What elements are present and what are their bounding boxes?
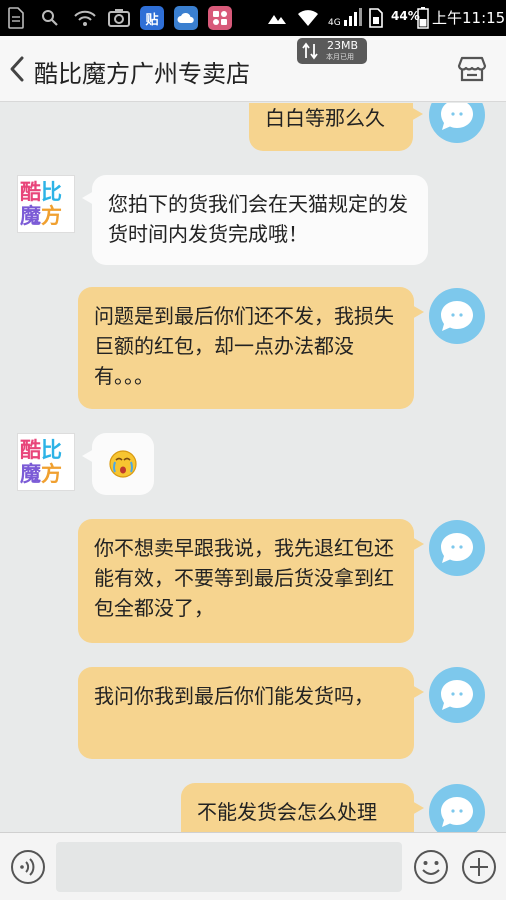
chat-message-list[interactable]: 白白等那么久 酷比 魔方 您拍下的货我们会在天猫规定的发货时间内发货完成哦！ 问…: [0, 103, 506, 832]
data-usage-badge: 23MB 本月已用: [297, 38, 367, 64]
wifi-cloud-icon: [72, 6, 98, 30]
my-avatar[interactable]: [429, 288, 485, 344]
message-text: 我问你我到最后你们能发货吗，: [94, 684, 374, 708]
page-title: 酷比魔方广州专卖店: [34, 60, 250, 88]
message-composer: [0, 832, 506, 900]
shop-avatar[interactable]: 酷比 魔方: [17, 433, 75, 491]
message-text: 问题是到最后你们还不发，我损失巨额的红包，却一点办法都没有。。。: [94, 304, 394, 388]
my-avatar[interactable]: [429, 784, 485, 832]
data-usage-caption: 本月已用: [326, 53, 354, 61]
app-store-icon: [208, 6, 232, 30]
message-text: 白白等那么久: [265, 106, 385, 130]
cellular-signal-icon: 4G: [328, 6, 362, 30]
clock: 上午11:15: [432, 9, 506, 27]
my-message-bubble[interactable]: 不能发货会怎么处理: [181, 783, 424, 832]
voice-input-button[interactable]: [10, 849, 46, 885]
message-text: 不能发货会怎么处理: [197, 800, 377, 824]
smiley-icon: [414, 850, 448, 884]
shop-logo-char: 酷: [20, 438, 41, 462]
sim-icon: [367, 6, 385, 30]
weather-cloud-icon: [174, 6, 198, 30]
camera-icon: [106, 6, 132, 30]
transfer-arrows-icon: [302, 42, 318, 60]
document-icon: [6, 6, 26, 30]
my-message-bubble[interactable]: 问题是到最后你们还不发，我损失巨额的红包，却一点办法都没有。。。: [78, 287, 424, 409]
my-avatar[interactable]: [429, 520, 485, 576]
mountain-icon: [266, 6, 288, 30]
shop-logo-char: 方: [41, 204, 62, 228]
my-message-bubble[interactable]: 白白等那么久: [249, 103, 423, 151]
their-message-bubble[interactable]: 您拍下的货我们会在天猫规定的发货时间内发货完成哦！: [82, 175, 428, 265]
shop-logo-char: 魔: [20, 204, 41, 228]
message-text: 您拍下的货我们会在天猫规定的发货时间内发货完成哦！: [108, 192, 408, 246]
more-options-button[interactable]: [461, 849, 497, 885]
message-text: 你不想卖早跟我说，我先退红包还能有效，不要等到最后货没拿到红包全都没了，: [94, 536, 394, 620]
tieba-icon: 贴: [140, 6, 164, 30]
shop-logo-char: 比: [41, 180, 62, 204]
network-type-label: 4G: [328, 18, 341, 28]
message-input[interactable]: [56, 842, 402, 892]
emoji-button[interactable]: [413, 849, 449, 885]
wifi-icon: [296, 6, 320, 30]
shop-logo-char: 比: [41, 438, 62, 462]
my-message-bubble[interactable]: 我问你我到最后你们能发货吗，: [78, 667, 424, 759]
my-avatar[interactable]: [429, 667, 485, 723]
shop-logo-char: 魔: [20, 462, 41, 486]
their-sticker-bubble[interactable]: [82, 433, 154, 495]
chat-header: 酷比魔方广州专卖店 23MB 本月已用: [0, 36, 506, 102]
my-avatar[interactable]: [429, 103, 485, 143]
search-icon: [40, 6, 60, 30]
plus-icon: [462, 850, 496, 884]
shop-logo-char: 方: [41, 462, 62, 486]
data-usage-value: 23MB: [327, 39, 359, 52]
battery-icon: [416, 6, 430, 30]
my-message-bubble[interactable]: 你不想卖早跟我说，我先退红包还能有效，不要等到最后货没拿到红包全都没了，: [78, 519, 424, 643]
voice-icon: [11, 850, 45, 884]
crying-emoji-icon: [108, 449, 138, 487]
shop-logo-char: 酷: [20, 180, 41, 204]
status-bar: 贴 4G 44% 上午11:15: [0, 0, 506, 36]
shop-avatar[interactable]: 酷比 魔方: [17, 175, 75, 233]
back-arrow-icon[interactable]: [8, 55, 26, 83]
store-icon[interactable]: [457, 54, 487, 84]
